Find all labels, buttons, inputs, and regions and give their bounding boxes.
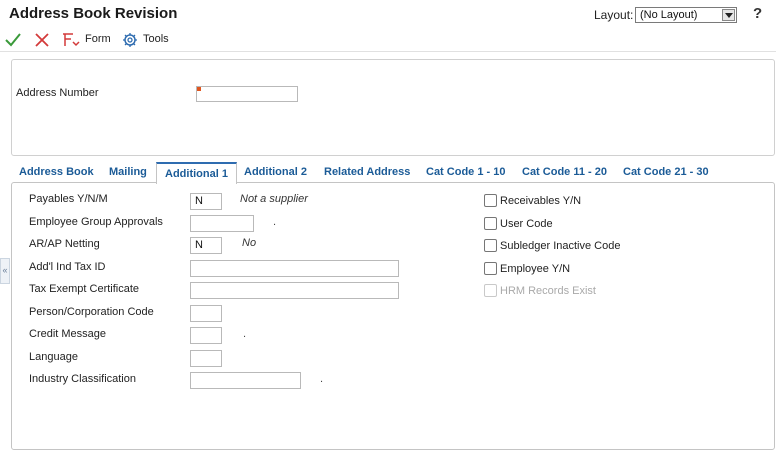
header-panel <box>11 59 775 156</box>
addl-ind-tax-id-input[interactable] <box>190 260 399 277</box>
ar-ap-netting-description: No <box>242 237 257 249</box>
credit-message-label: Credit Message <box>29 328 107 340</box>
employee-group-approvals-input[interactable] <box>190 215 254 232</box>
form-menu-button[interactable] <box>61 31 83 49</box>
language-input[interactable] <box>190 350 222 367</box>
cancel-button[interactable] <box>33 31 51 49</box>
employee-group-approvals-label: Employee Group Approvals <box>29 216 163 228</box>
toolbar: Form Tools <box>0 28 776 52</box>
tab-additional-1[interactable]: Additional 1 <box>156 162 237 184</box>
layout-select-value: (No Layout) <box>640 9 698 21</box>
gear-icon <box>123 33 137 47</box>
address-number-input[interactable] <box>196 86 298 102</box>
payables-description: Not a supplier <box>240 193 308 205</box>
layout-label: Layout: <box>594 8 634 22</box>
language-label: Language <box>29 351 78 363</box>
ok-button[interactable] <box>4 31 22 49</box>
subledger-inactive-code-checkbox[interactable] <box>484 239 497 252</box>
tab-address-book[interactable]: Address Book <box>19 162 94 183</box>
page-title: Address Book Revision <box>9 5 178 22</box>
tab-cat-code-21-30[interactable]: Cat Code 21 - 30 <box>623 162 709 183</box>
tab-additional-2[interactable]: Additional 2 <box>244 162 307 183</box>
layout-select[interactable]: (No Layout) <box>635 7 737 23</box>
addl-ind-tax-id-label: Add'l Ind Tax ID <box>29 261 106 273</box>
industry-classification-label: Industry Classification <box>29 373 136 385</box>
tab-cat-code-11-20[interactable]: Cat Code 11 - 20 <box>522 162 607 183</box>
form-icon <box>63 33 80 47</box>
form-menu-label[interactable]: Form <box>85 33 111 45</box>
tax-exempt-certificate-input[interactable] <box>190 282 399 299</box>
tools-menu-label[interactable]: Tools <box>143 33 169 45</box>
hrm-records-exist-checkbox <box>484 284 497 297</box>
employee-label: Employee Y/N <box>500 263 571 275</box>
user-code-label: User Code <box>500 218 553 230</box>
payables-input[interactable]: N <box>190 193 222 210</box>
ar-ap-netting-label: AR/AP Netting <box>29 238 100 250</box>
required-marker-icon <box>197 87 201 91</box>
tab-bar: Address Book Mailing Additional 1 Additi… <box>11 162 775 184</box>
checkmark-icon <box>5 33 21 47</box>
tab-mailing[interactable]: Mailing <box>109 162 147 183</box>
payables-label: Payables Y/N/M <box>29 193 108 205</box>
x-icon <box>35 33 49 47</box>
credit-message-description: . <box>243 328 247 340</box>
subledger-inactive-code-label: Subledger Inactive Code <box>500 240 621 252</box>
tab-related-address[interactable]: Related Address <box>324 162 410 183</box>
employee-checkbox[interactable] <box>484 262 497 275</box>
industry-classification-input[interactable] <box>190 372 301 389</box>
tab-cat-code-1-10[interactable]: Cat Code 1 - 10 <box>426 162 505 183</box>
credit-message-input[interactable] <box>190 327 222 344</box>
user-code-checkbox[interactable] <box>484 217 497 230</box>
address-number-label: Address Number <box>16 87 99 99</box>
person-corporation-code-input[interactable] <box>190 305 222 322</box>
chevron-down-icon[interactable] <box>722 9 735 21</box>
person-corporation-code-label: Person/Corporation Code <box>29 306 154 318</box>
ar-ap-netting-input[interactable]: N <box>190 237 222 254</box>
tax-exempt-certificate-label: Tax Exempt Certificate <box>29 283 140 295</box>
employee-group-description: . <box>273 216 277 228</box>
receivables-label: Receivables Y/N <box>500 195 582 207</box>
industry-classification-description: . <box>320 373 324 385</box>
help-icon[interactable]: ? <box>753 5 762 22</box>
tools-menu-button[interactable] <box>122 31 138 49</box>
collapse-panel-handle[interactable]: « <box>0 258 10 284</box>
title-bar: Address Book Revision Layout: (No Layout… <box>0 0 776 28</box>
hrm-records-exist-label: HRM Records Exist <box>500 285 596 297</box>
receivables-checkbox[interactable] <box>484 194 497 207</box>
